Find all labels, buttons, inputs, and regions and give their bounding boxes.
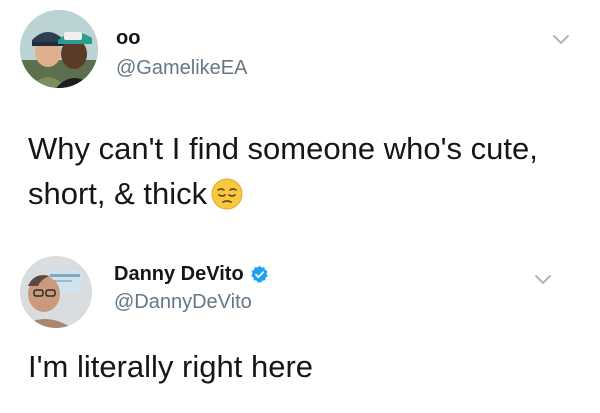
user-handle[interactable]: @GamelikeEA <box>116 56 247 80</box>
tweet-text-line: I'm literally right here <box>28 349 314 384</box>
avatar-photo <box>20 10 98 88</box>
verified-badge-icon <box>250 265 268 283</box>
tweet: Danny DeVito @DannyDeVito I'm literally … <box>0 246 600 413</box>
display-name[interactable]: oo <box>116 26 140 50</box>
name-row: Danny DeVito <box>114 262 269 286</box>
tweet-text: Why can't I find someone who's cute, sho… <box>28 126 588 216</box>
tweet-text-line: short, & thick <box>28 176 208 211</box>
divider <box>0 234 600 235</box>
tweet-text-line: Why can't I find someone who's cute, <box>28 131 538 166</box>
display-name[interactable]: Danny DeVito <box>114 262 244 286</box>
avatar[interactable] <box>20 10 98 88</box>
tweet-text: I'm literally right here <box>28 344 588 389</box>
chevron-down-icon[interactable] <box>534 274 552 286</box>
chevron-down-icon[interactable] <box>552 34 570 46</box>
avatar[interactable] <box>20 256 92 328</box>
user-handle[interactable]: @DannyDeVito <box>114 290 252 314</box>
avatar-photo <box>20 256 92 328</box>
tweet: oo @GamelikeEA Why can't I find someone … <box>0 0 600 230</box>
pensive-face-emoji-icon <box>211 178 243 210</box>
